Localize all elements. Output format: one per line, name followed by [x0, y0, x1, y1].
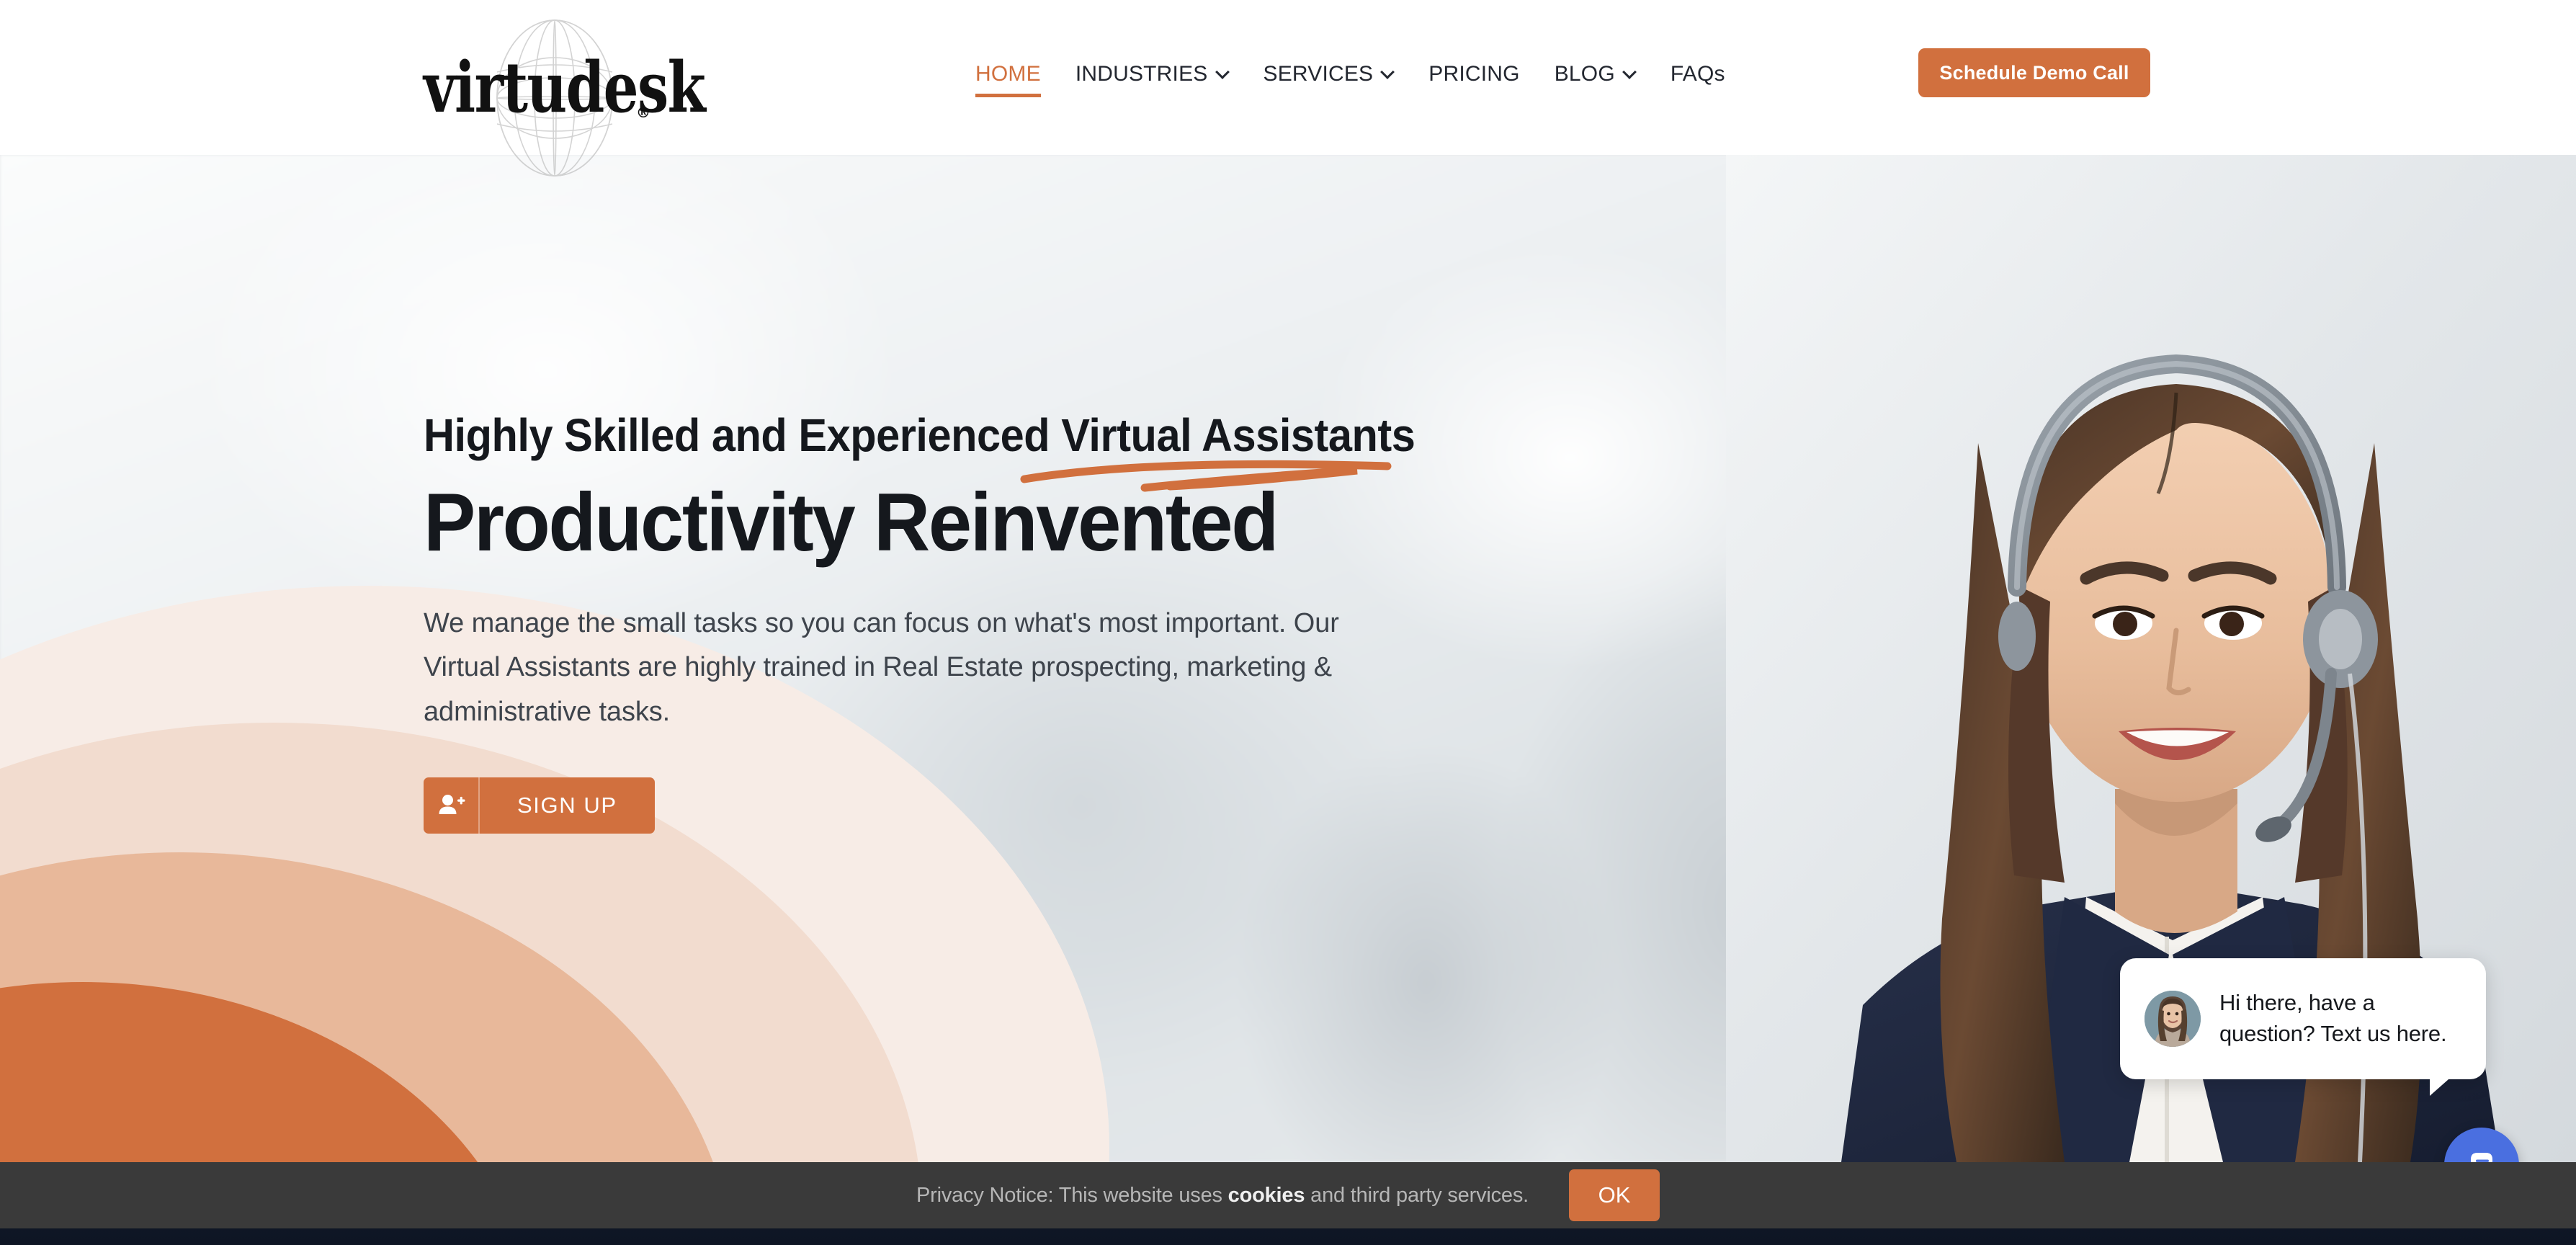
sign-up-label: SIGN UP: [517, 793, 617, 818]
user-plus-icon: [424, 777, 480, 834]
nav-item-label: FAQs: [1670, 62, 1725, 86]
chevron-down-icon: [1216, 66, 1229, 79]
virtudesk-logo[interactable]: virtudesk ®: [424, 16, 706, 177]
nav-item-label: SERVICES: [1263, 62, 1374, 86]
nav-item-home[interactable]: HOME: [958, 62, 1058, 97]
nav-item-blog[interactable]: BLOG: [1537, 63, 1653, 85]
page-root: virtudesk ® HOME INDUSTRIES SERVICES PRI…: [0, 0, 2576, 1245]
cookie-text-before: Privacy Notice: This website uses: [916, 1183, 1228, 1207]
cookie-text-after: and third party services.: [1305, 1183, 1529, 1207]
nav-item-label: HOME: [975, 62, 1041, 86]
cookie-ok-button[interactable]: OK: [1569, 1169, 1660, 1221]
hero-headline: Productivity Reinvented: [424, 477, 1279, 569]
site-header: virtudesk ® HOME INDUSTRIES SERVICES PRI…: [0, 0, 2576, 177]
chevron-down-icon: [1381, 66, 1394, 79]
logo-wordmark: virtudesk: [424, 47, 706, 128]
nav-item-industries[interactable]: INDUSTRIES: [1058, 63, 1246, 85]
chat-greeting-text: Hi there, have a question? Text us here.: [2219, 990, 2447, 1046]
nav-item-pricing[interactable]: PRICING: [1411, 63, 1537, 85]
chat-greeting-bubble[interactable]: Hi there, have a question? Text us here.: [2120, 958, 2486, 1096]
hero-copy-block: Highly Skilled and Experienced Virtual A…: [424, 410, 1446, 834]
nav-item-label: PRICING: [1428, 62, 1520, 86]
agent-avatar: [2145, 991, 2201, 1047]
main-navigation: HOME INDUSTRIES SERVICES PRICING BLOG FA…: [958, 55, 1743, 97]
nav-item-faqs[interactable]: FAQs: [1653, 63, 1743, 85]
active-nav-underline: [975, 94, 1041, 97]
cookie-consent-bar: Privacy Notice: This website uses cookie…: [0, 1162, 2576, 1228]
schedule-demo-call-button[interactable]: Schedule Demo Call: [1918, 48, 2150, 97]
logo-registered-mark: ®: [636, 104, 650, 121]
cookie-notice-text: Privacy Notice: This website uses cookie…: [916, 1184, 1529, 1208]
hero-subcopy: We manage the small tasks so you can foc…: [424, 607, 1339, 727]
nav-item-services[interactable]: SERVICES: [1246, 63, 1412, 85]
chevron-down-icon: [1623, 66, 1636, 79]
nav-item-label: INDUSTRIES: [1075, 62, 1208, 86]
sign-up-button[interactable]: SIGN UP: [424, 777, 655, 834]
cookies-link[interactable]: cookies: [1228, 1184, 1305, 1207]
nav-item-label: BLOG: [1554, 62, 1615, 86]
